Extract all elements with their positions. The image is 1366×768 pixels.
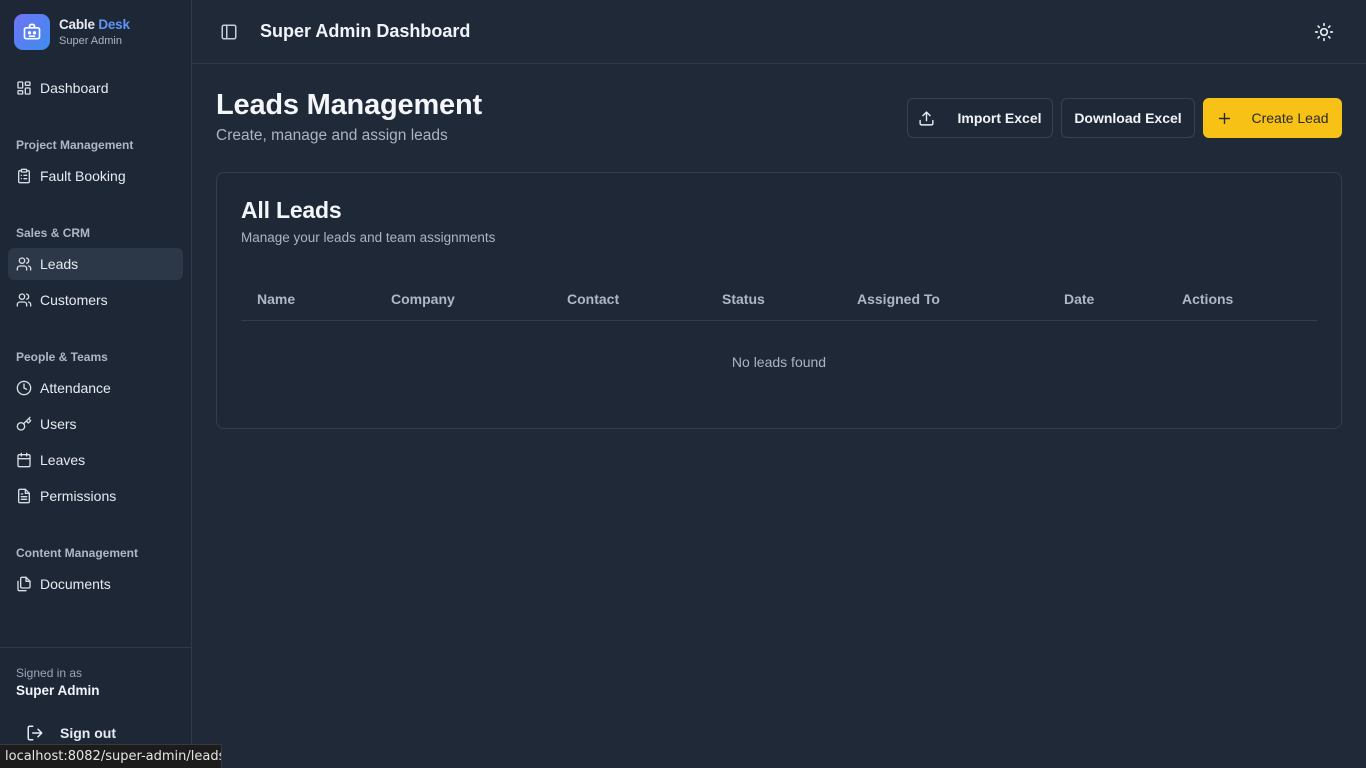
column-header-name: Name — [257, 291, 296, 307]
sidebar-item-fault-booking[interactable]: Fault Booking — [8, 160, 183, 192]
sign-out-label: Sign out — [60, 725, 116, 741]
card-title: All Leads — [241, 197, 342, 223]
sign-out-button[interactable]: Sign out — [26, 724, 116, 742]
status-bar-url: localhost:8082/super-admin/leads — [0, 744, 222, 768]
column-header-assigned-to: Assigned To — [857, 291, 940, 307]
brand-role: Super Admin — [59, 35, 122, 47]
plus-icon — [1219, 112, 1231, 124]
users-icon — [16, 293, 32, 307]
table-header: Name Company Contact Status Assigned To … — [241, 277, 1317, 321]
download-excel-label: Download Excel — [1074, 110, 1182, 126]
brand-name-part1: Cable — [59, 17, 95, 32]
brand-name: Cable Desk — [59, 16, 130, 34]
sidebar-item-customers[interactable]: Customers — [8, 284, 183, 316]
section-people-teams: People & Teams — [16, 350, 108, 364]
import-excel-label: Import Excel — [957, 110, 1042, 126]
leads-card: All Leads Manage your leads and team ass… — [216, 172, 1342, 429]
sidebar-item-permissions[interactable]: Permissions — [8, 480, 183, 512]
card-subtitle: Manage your leads and team assignments — [241, 230, 496, 245]
clipboard-list-icon — [18, 168, 30, 184]
sidebar-item-dashboard[interactable]: Dashboard — [8, 72, 183, 104]
panel-left-icon[interactable] — [220, 23, 238, 41]
key-icon — [16, 416, 32, 431]
sidebar-item-label: Leaves — [40, 452, 86, 468]
section-sales-crm: Sales & CRM — [16, 226, 91, 240]
sidebar-item-label: Attendance — [40, 380, 111, 396]
section-project-management: Project Management — [16, 138, 134, 152]
brand-name-part2: Desk — [98, 17, 130, 32]
sidebar-item-label: Customers — [40, 292, 108, 308]
sidebar-item-attendance[interactable]: Attendance — [8, 372, 183, 404]
download-excel-button[interactable]: Download Excel — [1061, 98, 1195, 138]
files-icon — [17, 576, 31, 592]
logo-icon — [14, 14, 50, 50]
column-header-contact: Contact — [567, 291, 620, 307]
sidebar-item-label: Dashboard — [40, 80, 109, 96]
brand[interactable]: Cable Desk Super Admin — [14, 14, 130, 50]
file-text-icon — [18, 488, 30, 504]
sidebar-item-documents[interactable]: Documents — [8, 568, 183, 600]
sidebar-item-label: Leads — [40, 256, 79, 272]
import-excel-button[interactable]: Import Excel — [907, 98, 1053, 138]
header-title: Super Admin Dashboard — [260, 21, 471, 41]
sidebar: Cable Desk Super Admin Dashboard Project… — [0, 0, 192, 768]
signed-in-label: Signed in as — [16, 666, 83, 680]
signed-in-user: Super Admin — [16, 683, 100, 698]
calendar-icon — [17, 452, 31, 468]
log-out-icon — [27, 725, 43, 741]
sidebar-item-label: Users — [40, 416, 77, 432]
sidebar-item-leaves[interactable]: Leaves — [8, 444, 183, 476]
users-icon — [16, 257, 32, 271]
empty-state: No leads found — [731, 354, 827, 370]
section-content-management: Content Management — [16, 546, 139, 560]
upload-icon — [919, 110, 935, 126]
create-lead-button[interactable]: Create Lead — [1203, 98, 1342, 138]
column-header-status: Status — [722, 291, 765, 307]
page-title: Leads Management — [216, 89, 482, 121]
sun-icon[interactable] — [1314, 22, 1334, 42]
page-subtitle: Create, manage and assign leads — [216, 127, 448, 144]
sidebar-item-label: Fault Booking — [40, 168, 126, 184]
column-header-date: Date — [1064, 291, 1095, 307]
create-lead-label: Create Lead — [1251, 110, 1329, 126]
column-header-actions: Actions — [1182, 291, 1234, 307]
clock-icon — [16, 380, 32, 396]
sidebar-item-users[interactable]: Users — [8, 408, 183, 440]
sidebar-item-label: Documents — [40, 576, 111, 592]
top-bar: Super Admin Dashboard — [192, 0, 1366, 64]
column-header-company: Company — [391, 291, 455, 307]
layout-grid-icon — [17, 81, 31, 95]
sidebar-item-label: Permissions — [40, 488, 117, 504]
sidebar-item-leads[interactable]: Leads — [8, 248, 183, 280]
